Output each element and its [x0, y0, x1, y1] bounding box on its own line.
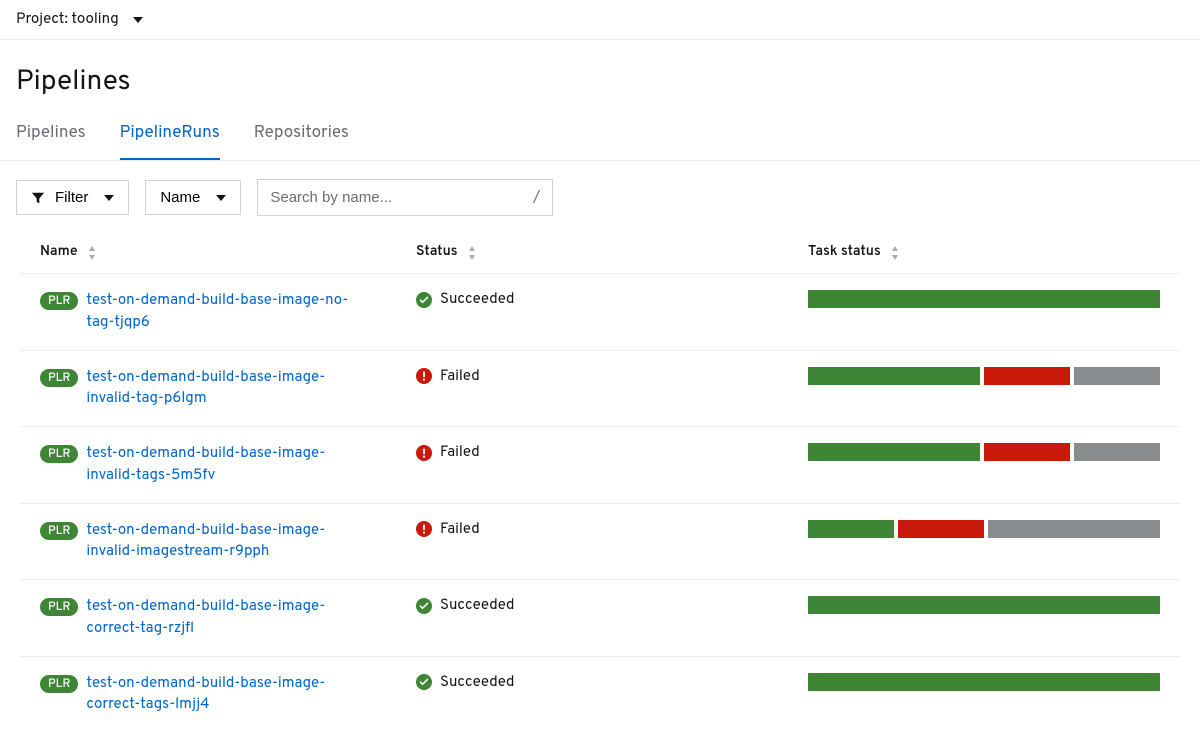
plr-badge: PLR — [40, 445, 78, 463]
task-segment-green — [808, 367, 980, 385]
pipelinerun-link[interactable]: test-on-demand-build-base-image-invalid-… — [86, 520, 354, 564]
plr-badge: PLR — [40, 675, 78, 693]
sort-icon — [891, 246, 899, 260]
task-segment-green — [808, 520, 894, 538]
task-segment-green — [808, 596, 1160, 614]
status-cell: Failed — [416, 443, 808, 462]
tab-pipelineruns[interactable]: PipelineRuns — [120, 122, 220, 160]
project-selector[interactable]: Project: tooling — [0, 0, 1200, 40]
task-segment-red — [984, 443, 1070, 461]
status-text: Succeeded — [440, 596, 514, 615]
filter-label: Filter — [55, 189, 88, 206]
plr-badge: PLR — [40, 598, 78, 616]
sort-icon — [88, 246, 96, 260]
task-segment-grey — [1074, 367, 1160, 385]
check-circle-icon — [416, 598, 432, 614]
name-cell: PLR test-on-demand-build-base-image-corre… — [40, 673, 416, 717]
table-row: PLR test-on-demand-build-base-image-inval… — [20, 504, 1180, 581]
check-circle-icon — [416, 674, 432, 690]
toolbar: Filter Name / — [0, 161, 1200, 234]
filter-icon — [31, 191, 45, 205]
name-cell: PLR test-on-demand-build-base-image-inval… — [40, 443, 416, 487]
plr-badge: PLR — [40, 522, 78, 540]
exclamation-circle-icon — [416, 521, 432, 537]
status-cell: Succeeded — [416, 673, 808, 692]
tabs: Pipelines PipelineRuns Repositories — [0, 122, 1200, 161]
status-cell: Succeeded — [416, 290, 808, 309]
name-cell: PLR test-on-demand-build-base-image-inval… — [40, 520, 416, 564]
col-header-name[interactable]: Name — [40, 244, 416, 261]
table-row: PLR test-on-demand-build-base-image-corre… — [20, 580, 1180, 657]
task-status-bar — [808, 520, 1160, 538]
table-row: PLR test-on-demand-build-base-image-corre… — [20, 657, 1180, 733]
search-input[interactable] — [270, 189, 525, 206]
status-text: Succeeded — [440, 290, 514, 309]
task-segment-red — [984, 367, 1070, 385]
pipelinerun-link[interactable]: test-on-demand-build-base-image-correct-… — [86, 673, 354, 717]
table-row: PLR test-on-demand-build-base-image-no-ta… — [20, 274, 1180, 351]
exclamation-circle-icon — [416, 445, 432, 461]
status-text: Failed — [440, 367, 480, 386]
tab-pipelines[interactable]: Pipelines — [16, 122, 86, 160]
pipelinerun-link[interactable]: test-on-demand-build-base-image-correct-… — [86, 596, 354, 640]
task-segment-green — [808, 673, 1160, 691]
status-text: Succeeded — [440, 673, 514, 692]
search-input-wrap: / — [257, 179, 553, 216]
table-body: PLR test-on-demand-build-base-image-no-ta… — [20, 274, 1180, 732]
plr-badge: PLR — [40, 292, 78, 310]
task-status-bar — [808, 290, 1160, 308]
task-segment-green — [808, 443, 980, 461]
task-segment-grey — [988, 520, 1160, 538]
table-row: PLR test-on-demand-build-base-image-inval… — [20, 351, 1180, 428]
pipelinerun-link[interactable]: test-on-demand-build-base-image-invalid-… — [86, 367, 354, 411]
page-title: Pipelines — [0, 40, 1200, 122]
status-text: Failed — [440, 520, 480, 539]
col-header-status[interactable]: Status — [416, 244, 808, 261]
sort-icon — [468, 246, 476, 260]
plr-badge: PLR — [40, 369, 78, 387]
task-status-bar — [808, 367, 1160, 385]
check-circle-icon — [416, 292, 432, 308]
name-cell: PLR test-on-demand-build-base-image-inval… — [40, 367, 416, 411]
status-cell: Failed — [416, 367, 808, 386]
table-header: Name Status Task status — [20, 234, 1180, 274]
pipelinerun-link[interactable]: test-on-demand-build-base-image-invalid-… — [86, 443, 354, 487]
task-segment-grey — [1074, 443, 1160, 461]
task-status-bar — [808, 443, 1160, 461]
table: Name Status Task status PLR test-on-deman… — [0, 234, 1200, 732]
caret-down-icon — [133, 17, 143, 23]
pipelinerun-link[interactable]: test-on-demand-build-base-image-no-tag-t… — [86, 290, 354, 334]
table-row: PLR test-on-demand-build-base-image-inval… — [20, 427, 1180, 504]
task-status-bar — [808, 673, 1160, 691]
name-cell: PLR test-on-demand-build-base-image-corre… — [40, 596, 416, 640]
attribute-button[interactable]: Name — [145, 180, 241, 215]
project-label: Project: tooling — [16, 10, 119, 29]
task-segment-green — [808, 290, 1160, 308]
search-shortcut: / — [525, 188, 540, 207]
task-segment-red — [898, 520, 984, 538]
exclamation-circle-icon — [416, 368, 432, 384]
attribute-label: Name — [160, 189, 200, 206]
filter-button[interactable]: Filter — [16, 180, 129, 215]
task-status-bar — [808, 596, 1160, 614]
caret-down-icon — [216, 195, 226, 201]
caret-down-icon — [104, 195, 114, 201]
tab-repositories[interactable]: Repositories — [254, 122, 349, 160]
status-cell: Succeeded — [416, 596, 808, 615]
name-cell: PLR test-on-demand-build-base-image-no-ta… — [40, 290, 416, 334]
col-header-task[interactable]: Task status — [808, 244, 1160, 261]
status-cell: Failed — [416, 520, 808, 539]
status-text: Failed — [440, 443, 480, 462]
